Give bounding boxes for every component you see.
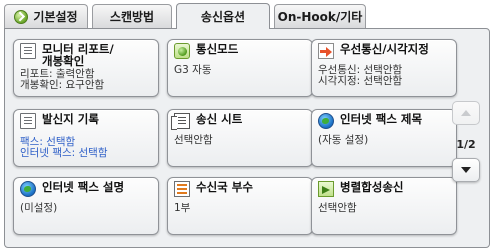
button-title: 우선통신/시각지정 xyxy=(340,42,429,56)
list-icon xyxy=(174,181,190,197)
button-value: 선택안함 xyxy=(318,202,357,214)
green-circle-icon xyxy=(174,43,190,59)
ifax-subject-button[interactable]: 인터넷 팩스 제목 (자동 설정) xyxy=(311,109,457,167)
send-options-panel: 모니터 리포트/ 개봉확인 리포트: 출력안함 개봉확인: 요구안함 통신모드 … xyxy=(4,28,490,248)
button-value: 선택안함 xyxy=(174,134,213,146)
button-value: 팩스: 선택함 인터넷 팩스: 선택함 xyxy=(20,136,108,159)
button-title: 인터넷 팩스 제목 xyxy=(340,112,423,126)
sheet-icon xyxy=(171,113,190,130)
button-value: (미설정) xyxy=(20,202,58,214)
tab-send-options[interactable]: 송신옵션 xyxy=(176,3,270,29)
button-value: 1부 xyxy=(174,202,191,214)
tab-onhook-other[interactable]: On-Hook/기타 xyxy=(274,4,366,28)
tab-bar: 기본설정 스캔방법 송신옵션 On-Hook/기타 xyxy=(0,0,494,29)
check-circle-icon xyxy=(14,9,29,24)
button-value: 우선통신: 선택안함 시각지정: 선택안함 xyxy=(318,64,403,87)
document-icon xyxy=(20,43,36,59)
button-title: 발신지 기록 xyxy=(42,112,99,126)
document-icon xyxy=(20,113,36,129)
ifax-description-button[interactable]: 인터넷 팩스 설명 (미설정) xyxy=(13,177,159,235)
chevron-up-icon xyxy=(461,110,471,116)
tab-label: 기본설정 xyxy=(33,10,78,24)
button-title: 통신모드 xyxy=(196,42,239,56)
button-title: 인터넷 팩스 설명 xyxy=(42,180,125,194)
button-title: 수신국 부수 xyxy=(196,180,253,194)
sender-record-button[interactable]: 발신지 기록 팩스: 선택함 인터넷 팩스: 선택함 xyxy=(13,109,159,167)
tab-basic-settings[interactable]: 기본설정 xyxy=(4,4,88,28)
comm-mode-button[interactable]: 통신모드 G3 자동 xyxy=(167,39,313,97)
play-icon xyxy=(318,181,334,197)
page-indicator: 1/2 xyxy=(456,138,476,151)
chevron-down-icon xyxy=(461,167,471,173)
button-title: 송신 시트 xyxy=(196,112,243,126)
button-title: 모니터 리포트/ 개봉확인 xyxy=(42,42,114,68)
globe-icon xyxy=(318,113,334,129)
button-title: 병렬합성송신 xyxy=(340,180,404,194)
tab-scan-method[interactable]: 스캔방법 xyxy=(92,4,172,28)
scroll-up-button[interactable] xyxy=(452,101,480,125)
monitor-report-button[interactable]: 모니터 리포트/ 개봉확인 리포트: 출력안함 개봉확인: 요구안함 xyxy=(13,39,159,97)
tab-label: 송신옵션 xyxy=(200,10,246,24)
button-value: 리포트: 출력안함 개봉확인: 요구안함 xyxy=(20,68,105,91)
send-sheet-button[interactable]: 송신 시트 선택안함 xyxy=(167,109,313,167)
priority-send-button[interactable]: 우선통신/시각지정 우선통신: 선택안함 시각지정: 선택안함 xyxy=(311,39,457,97)
tab-label: 스캔방법 xyxy=(109,10,155,24)
tab-label: On-Hook/기타 xyxy=(277,10,363,24)
recipient-copies-button[interactable]: 수신국 부수 1부 xyxy=(167,177,313,235)
globe-icon xyxy=(20,181,36,197)
scroll-down-button[interactable] xyxy=(452,158,480,182)
parallel-send-button[interactable]: 병렬합성송신 선택안함 xyxy=(311,177,457,235)
button-value: (자동 설정) xyxy=(318,134,369,146)
arrow-right-icon xyxy=(318,43,334,59)
button-value: G3 자동 xyxy=(174,64,212,76)
